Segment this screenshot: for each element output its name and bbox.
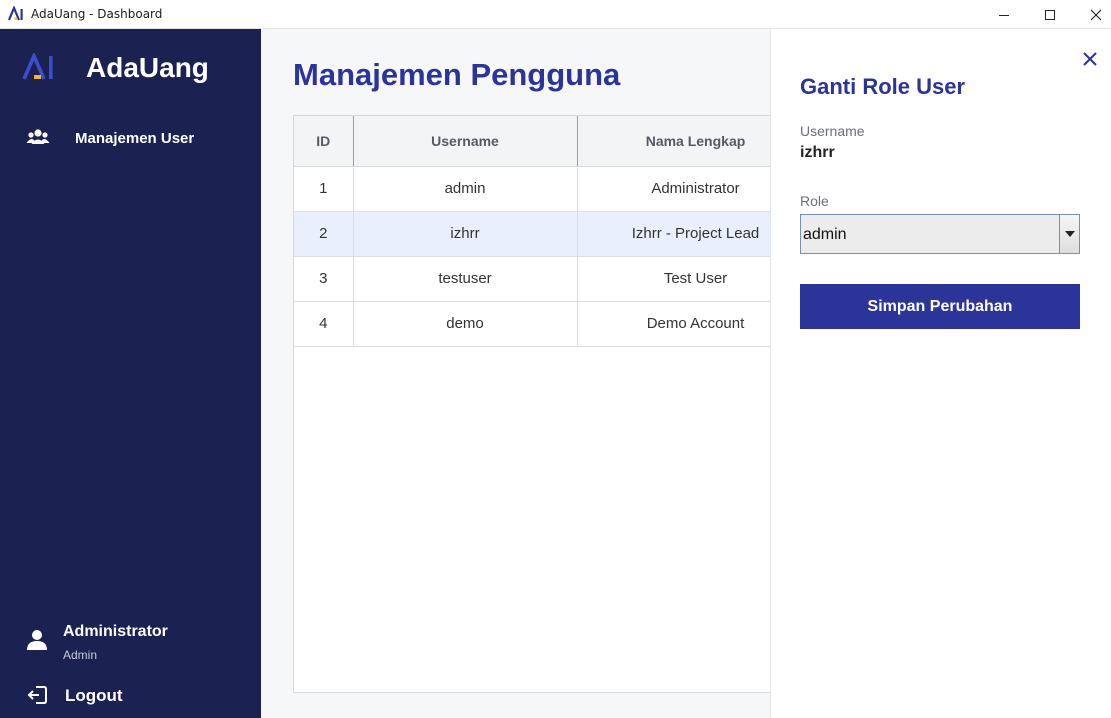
cell-full-name: Demo Account (577, 301, 770, 347)
maximize-icon (1045, 9, 1055, 20)
logout-label: Logout (65, 686, 123, 705)
page-title: Manajemen Pengguna (293, 57, 621, 92)
role-label: Role (800, 193, 829, 209)
cell-full-name: Izhrr - Project Lead (577, 211, 770, 257)
logout-icon (27, 686, 47, 704)
adauang-logo-icon (22, 53, 53, 80)
window-title: AdaUang - Dashboard (31, 7, 163, 21)
table-row-selected[interactable]: 2 izhrr Izhrr - Project Lead (294, 211, 770, 257)
change-role-panel: Ganti Role User Username izhrr Role admi… (770, 29, 1111, 718)
cell-username: testuser (353, 256, 578, 302)
table-header-row: ID Username Nama Lengkap (294, 116, 770, 167)
column-header-username[interactable]: Username (353, 116, 578, 167)
panel-title: Ganti Role User (800, 74, 966, 99)
close-icon[interactable] (1082, 51, 1098, 67)
username-label: Username (800, 123, 865, 139)
role-select[interactable]: admin (800, 214, 1080, 254)
minimize-button[interactable] (981, 0, 1027, 29)
cell-id: 1 (294, 166, 354, 212)
cell-username: admin (353, 166, 578, 212)
cell-id: 4 (294, 301, 354, 347)
cell-full-name: Administrator (577, 166, 770, 212)
cell-username: izhrr (353, 211, 578, 257)
sidebar-item-manajemen-user[interactable]: Manajemen User (0, 121, 261, 157)
window-close-button[interactable] (1073, 0, 1111, 29)
maximize-button[interactable] (1027, 0, 1073, 29)
table-row[interactable]: 1 admin Administrator (294, 166, 770, 212)
username-value: izhrr (800, 144, 835, 161)
role-select-value: admin (803, 226, 847, 243)
users-table: ID Username Nama Lengkap 1 admin Adminis… (293, 115, 770, 693)
dropdown-arrow-button[interactable] (1059, 215, 1079, 253)
sidebar: AdaUang Manajemen User Administrator Adm… (0, 29, 261, 718)
logout-button[interactable]: Logout (0, 679, 261, 713)
adauang-logo-icon (8, 6, 23, 21)
window-titlebar: AdaUang - Dashboard (0, 0, 1111, 29)
user-icon (27, 630, 47, 650)
cell-username: demo (353, 301, 578, 347)
users-icon (26, 129, 50, 144)
table-row[interactable]: 3 testuser Test User (294, 256, 770, 302)
chevron-down-icon (1064, 231, 1075, 237)
brand-name: AdaUang (86, 52, 209, 83)
cell-full-name: Test User (577, 256, 770, 302)
column-header-full-name[interactable]: Nama Lengkap (577, 116, 770, 167)
cell-id: 2 (294, 211, 354, 257)
minimize-icon (999, 14, 1009, 16)
current-user-role: Admin (63, 648, 98, 662)
save-changes-button[interactable]: Simpan Perubahan (800, 284, 1080, 329)
main-content: Manajemen Pengguna ID Username Nama Leng… (261, 29, 770, 718)
current-user-name: Administrator (63, 623, 168, 640)
sidebar-item-label: Manajemen User (75, 130, 195, 147)
column-header-id[interactable]: ID (294, 116, 354, 167)
table-row[interactable]: 4 demo Demo Account (294, 301, 770, 347)
close-icon (1090, 9, 1102, 20)
cell-id: 3 (294, 256, 354, 302)
